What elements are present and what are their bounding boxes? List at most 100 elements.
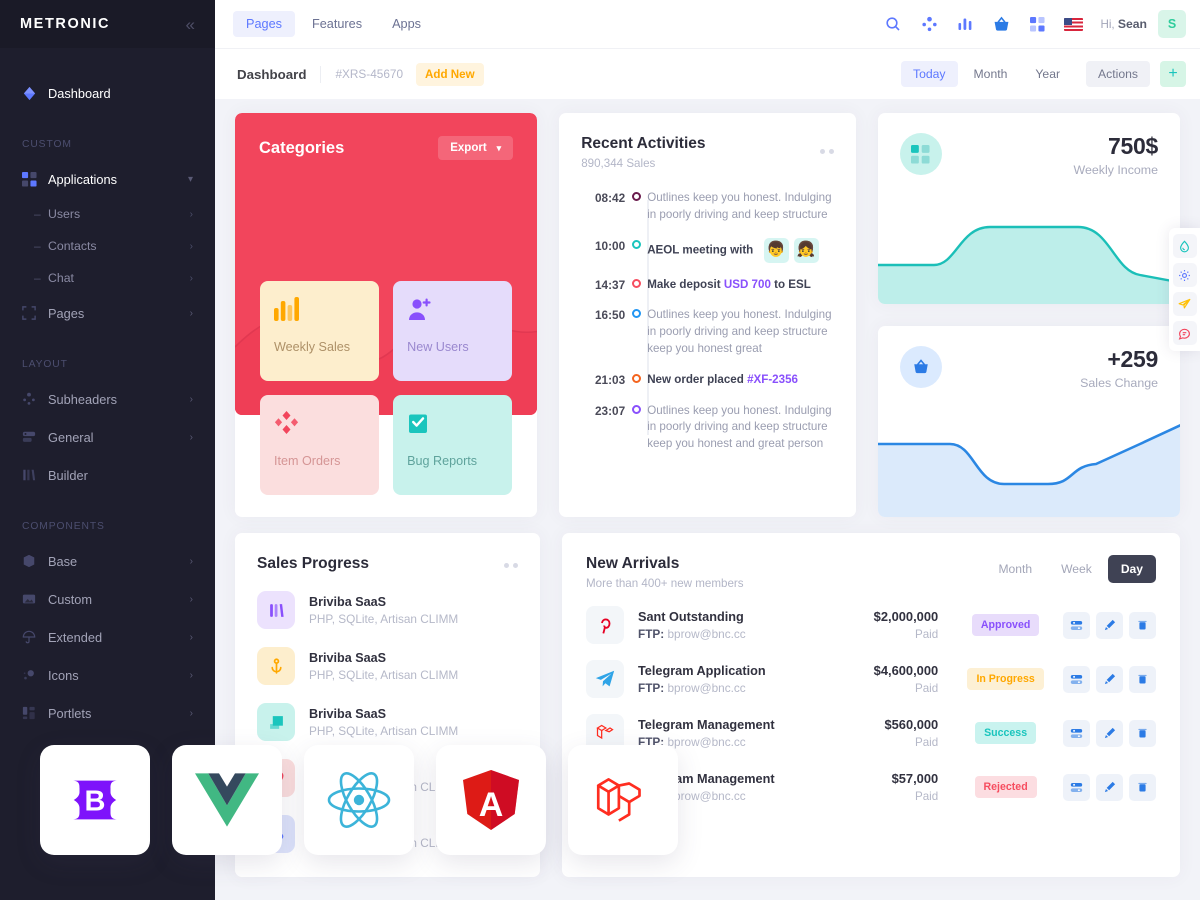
droplet-icon[interactable] [1172,234,1197,258]
brand-title: METRONIC [20,16,111,32]
sidebar-item-extended[interactable]: Extended › [0,618,215,656]
ellipsis-icon[interactable] [819,149,834,154]
edit-pencil-icon[interactable] [1096,773,1123,801]
us-flag-icon[interactable] [1058,9,1088,39]
sidebar-item-label: General [48,429,94,445]
basket-icon[interactable] [986,9,1016,39]
umbrella-icon [22,630,48,644]
sidebar-item-base[interactable]: Base › [0,542,215,580]
row-email-label: FTP: [638,626,665,641]
image-icon [22,592,48,606]
new-arrivals-subtitle: More than 400+ new members [586,577,744,590]
sparkle-icon [22,668,48,682]
export-button[interactable]: Export ▾ [438,136,514,160]
row-status: Success [948,722,1063,744]
gear-icon[interactable] [1172,263,1197,287]
sidebar-item-subheaders[interactable]: Subheaders › [0,380,215,418]
chat-icon[interactable] [1172,321,1197,345]
sliders-icon[interactable] [1063,611,1090,639]
sidebar-item-builder[interactable]: Builder [0,456,215,494]
sidebar-item-label: Contacts [48,239,97,253]
weekly-income-chart [877,209,1180,304]
range-year-button[interactable]: Year [1023,61,1072,87]
row-price: $560,000 [884,717,939,732]
sidebar-item-applications[interactable]: Applications ▾ [0,160,215,198]
sidebar-collapse-icon[interactable]: « [186,16,195,33]
trash-icon[interactable] [1129,665,1156,693]
list-item[interactable]: Briviba SaaS PHP, SQLite, Artisan CLIMM [257,591,518,629]
send-icon[interactable] [1172,292,1197,316]
trash-icon[interactable] [1129,719,1156,747]
sidebar-item-users[interactable]: – Users › [0,198,215,230]
activity-item: 14:37 Make deposit USD 700 to ESL [581,277,836,294]
row-paid: Paid [914,628,939,641]
range-month-button[interactable]: Month [962,61,1020,87]
sidebar-item-dashboard[interactable]: Dashboard [0,74,215,112]
sidebar-item-pages[interactable]: Pages › [0,294,215,332]
subheader-actions: Today Month Year Actions + [901,61,1186,87]
react-logo[interactable] [304,745,414,855]
sidebar-item-portlets[interactable]: Portlets › [0,694,215,732]
stat-value: +259 [1107,346,1158,372]
dash-bullet-icon: – [34,271,41,285]
row-actions [1063,773,1156,801]
chevron-right-icon: › [189,272,193,284]
grid-squares-icon[interactable] [1022,9,1052,39]
tile-bug-reports[interactable]: Bug Reports [393,395,513,495]
activity-text-main: AEOL meeting with [647,243,754,257]
bar-chart-icon[interactable] [950,9,980,39]
sliders-icon[interactable] [1063,773,1090,801]
vue-logo[interactable] [172,745,282,855]
sidebar-item-chat[interactable]: – Chat › [0,262,215,294]
scatter-icon[interactable] [914,9,944,39]
layout-icon [22,706,48,720]
bootstrap-logo[interactable]: B [40,745,150,855]
sales-progress-title: Sales Progress [257,555,370,572]
inbox-check-icon [407,411,498,440]
sidebar-item-label: Subheaders [48,391,118,407]
sidebar-item-contacts[interactable]: – Contacts › [0,230,215,262]
list-item[interactable]: Briviba SaaS PHP, SQLite, Artisan CLIMM [257,647,518,685]
sidebar-item-custom[interactable]: Custom › [0,580,215,618]
avatar: 👧 [793,237,819,263]
trash-icon[interactable] [1129,611,1156,639]
add-new-button[interactable]: Add New [416,62,484,86]
plus-icon[interactable]: + [1160,61,1186,87]
row-email: FTP: bprow@bnc.cc [638,681,815,695]
edit-pencil-icon[interactable] [1096,665,1123,693]
chevron-down-icon: ▾ [496,142,502,153]
angular-logo[interactable]: A [436,745,546,855]
tab-week[interactable]: Week [1048,555,1105,583]
ellipsis-icon[interactable] [504,563,518,568]
edit-pencil-icon[interactable] [1096,611,1123,639]
sliders-icon[interactable] [1063,719,1090,747]
sliders-icon[interactable] [1063,665,1090,693]
activity-timeline: 08:42 Outlines keep you honest. Indulgin… [581,190,836,453]
sidebar-item-icons[interactable]: Icons › [0,656,215,694]
sidebar-item-general[interactable]: General › [0,418,215,456]
tab-features[interactable]: Features [299,11,375,37]
edit-pencil-icon[interactable] [1096,719,1123,747]
search-icon[interactable] [878,9,908,39]
activity-text: Make deposit USD 700 to ESL [647,277,836,294]
list-item[interactable]: Briviba SaaS PHP, SQLite, Artisan CLIMM [257,703,518,741]
user-plus-icon [407,297,498,326]
top-navbar: Pages Features Apps Hi, Sean S [215,0,1200,48]
tab-month[interactable]: Month [985,555,1045,583]
avatar[interactable]: S [1158,10,1186,38]
tab-apps[interactable]: Apps [379,11,434,37]
float-toolbar [1169,228,1200,351]
diamonds-icon [274,411,365,440]
dashboard-row-top: Categories Export ▾ Weekly Sales New Use… [235,113,1180,517]
range-today-button[interactable]: Today [901,61,958,87]
trash-icon[interactable] [1129,773,1156,801]
tab-day[interactable]: Day [1107,555,1156,583]
stat-value: 750$ [1108,133,1158,159]
tile-weekly-sales[interactable]: Weekly Sales [260,281,380,381]
laravel-logo[interactable] [568,745,678,855]
actions-button[interactable]: Actions [1086,61,1150,87]
sidebar-section-components: COMPONENTS [22,520,105,532]
tile-item-orders[interactable]: Item Orders [260,395,380,495]
tile-new-users[interactable]: New Users [393,281,513,381]
tab-pages[interactable]: Pages [233,11,295,37]
